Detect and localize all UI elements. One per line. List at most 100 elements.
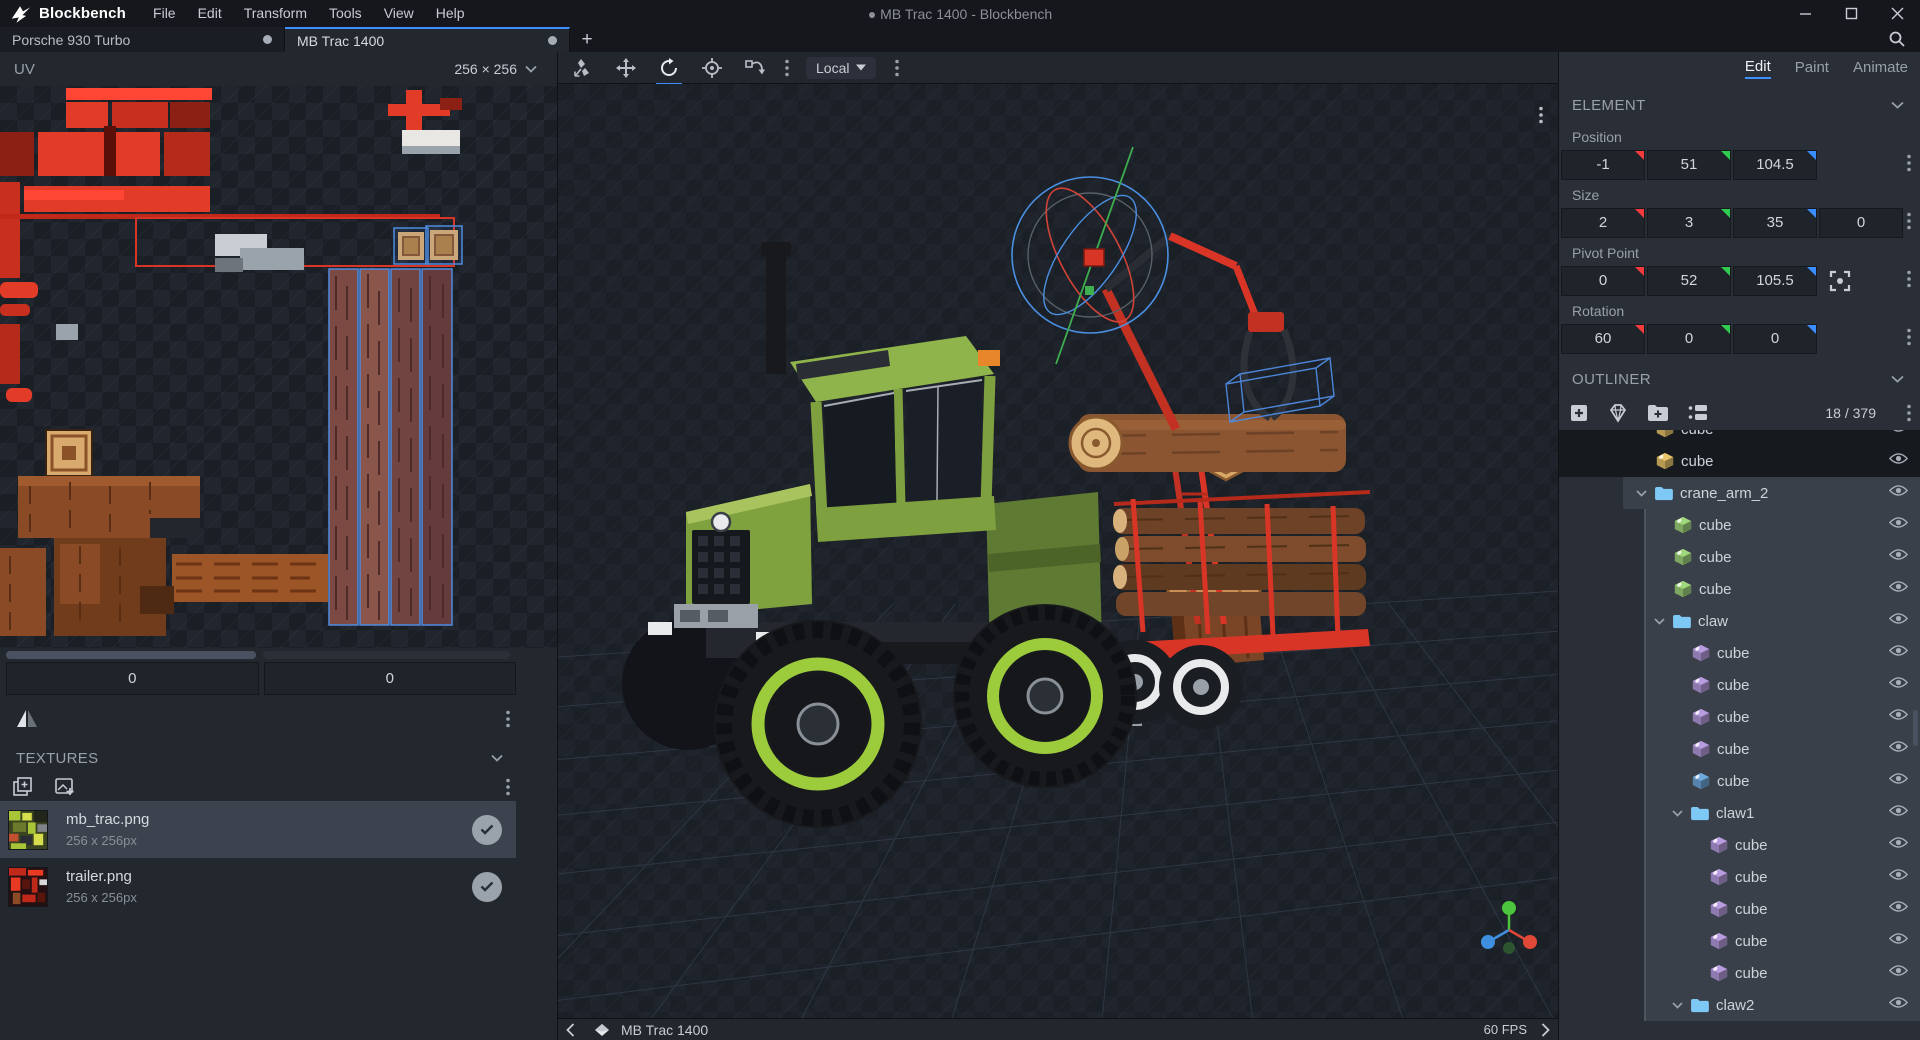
menu-file[interactable]: File: [142, 0, 187, 27]
mode-tab-paint[interactable]: Paint: [1795, 59, 1829, 78]
close-button[interactable]: [1874, 0, 1920, 27]
visibility-eye-icon[interactable]: [1889, 836, 1908, 849]
uv-offset-x-input[interactable]: 0: [6, 662, 259, 695]
position-kebab-icon[interactable]: [1904, 154, 1914, 172]
add-group-folder-icon[interactable]: [1647, 404, 1669, 422]
visibility-eye-icon[interactable]: [1889, 772, 1908, 785]
outliner-view-toggle-icon[interactable]: [1687, 403, 1709, 423]
menu-tools[interactable]: Tools: [318, 0, 373, 27]
outliner-row-claw[interactable]: claw: [1559, 605, 1920, 637]
visibility-eye-icon[interactable]: [1889, 484, 1908, 497]
chevron-down-icon[interactable]: [491, 754, 503, 762]
create-texture-icon[interactable]: [54, 776, 76, 798]
eye-icon[interactable]: [1889, 708, 1908, 721]
expand-chevron-icon[interactable]: [1654, 617, 1665, 625]
outliner-row-claw2[interactable]: claw2: [1559, 989, 1920, 1021]
texture-item-trailer[interactable]: trailer.png 256 x 256px: [0, 858, 516, 915]
outliner-row-cube[interactable]: cube: [1559, 637, 1920, 669]
outliner-row-cube[interactable]: cube: [1559, 573, 1920, 605]
rotation-y-input[interactable]: 0: [1647, 324, 1731, 354]
pivot-z-input[interactable]: 105.5: [1733, 266, 1817, 296]
eye-icon[interactable]: [1889, 676, 1908, 689]
eye-icon[interactable]: [1889, 452, 1908, 465]
menu-transform[interactable]: Transform: [233, 0, 318, 27]
visibility-eye-icon[interactable]: [1889, 708, 1908, 721]
eye-icon[interactable]: [1889, 804, 1908, 817]
uv-editor-canvas[interactable]: [0, 86, 557, 648]
outliner-row-cube[interactable]: cube: [1559, 957, 1920, 989]
eye-icon[interactable]: [1889, 580, 1908, 593]
position-z-input[interactable]: 104.5: [1733, 150, 1817, 180]
project-tab-mbtrac[interactable]: MB Trac 1400: [285, 27, 570, 52]
eye-icon[interactable]: [1889, 964, 1908, 977]
position-y-input[interactable]: 51: [1647, 150, 1731, 180]
eye-icon[interactable]: [1889, 868, 1908, 881]
import-texture-icon[interactable]: [12, 776, 34, 798]
outliner-row-cube[interactable]: cube: [1559, 861, 1920, 893]
move-tool-icon[interactable]: [615, 57, 637, 79]
visibility-eye-icon[interactable]: [1889, 516, 1908, 529]
uv-scrollbar-thumb[interactable]: [6, 651, 256, 659]
visibility-eye-icon[interactable]: [1889, 900, 1908, 913]
visibility-eye-icon[interactable]: [1889, 580, 1908, 593]
toolbar-kebab-icon[interactable]: [782, 59, 792, 77]
maximize-button[interactable]: [1828, 0, 1874, 27]
vertex-snap-tool-icon[interactable]: [744, 57, 766, 79]
eye-icon[interactable]: [1889, 996, 1908, 1009]
viewport-canvas[interactable]: [558, 84, 1558, 1018]
visibility-eye-icon[interactable]: [1889, 644, 1908, 657]
preview-menu-kebab-icon[interactable]: [1536, 106, 1546, 124]
size-x-input[interactable]: 2: [1561, 208, 1645, 238]
visibility-eye-icon[interactable]: [1889, 740, 1908, 753]
eye-icon[interactable]: [1889, 430, 1908, 433]
uv-menu-kebab-icon[interactable]: [503, 710, 513, 728]
size-z-input[interactable]: 35: [1733, 208, 1817, 238]
chevron-right-icon[interactable]: [1541, 1022, 1550, 1037]
eye-icon[interactable]: [1889, 612, 1908, 625]
pivot-kebab-icon[interactable]: [1904, 270, 1914, 288]
eye-icon[interactable]: [1889, 740, 1908, 753]
visibility-eye-icon[interactable]: [1889, 548, 1908, 561]
texture-item-mbtrac[interactable]: mb_trac.png 256 x 256px: [0, 801, 516, 858]
axis-gizmo[interactable]: [1481, 901, 1537, 954]
mirror-uv-icon[interactable]: [16, 708, 38, 730]
outliner-row-cube[interactable]: cube: [1559, 430, 1920, 445]
chevron-left-icon[interactable]: [566, 1022, 575, 1037]
outliner-row-cube[interactable]: cube: [1559, 765, 1920, 797]
toolbar-kebab-icon[interactable]: [892, 59, 902, 77]
pivot-x-input[interactable]: 0: [1561, 266, 1645, 296]
outliner-row-cube[interactable]: cube: [1559, 701, 1920, 733]
mode-tab-animate[interactable]: Animate: [1853, 59, 1908, 78]
menu-edit[interactable]: Edit: [187, 0, 233, 27]
visibility-eye-icon[interactable]: [1889, 430, 1908, 433]
outliner-row-cube[interactable]: cube: [1559, 925, 1920, 957]
visibility-eye-icon[interactable]: [1889, 676, 1908, 689]
size-y-input[interactable]: 3: [1647, 208, 1731, 238]
rotation-x-input[interactable]: 60: [1561, 324, 1645, 354]
size-inflate-input[interactable]: 0: [1819, 208, 1903, 238]
visibility-eye-icon[interactable]: [1889, 804, 1908, 817]
expand-chevron-icon[interactable]: [1672, 1001, 1683, 1009]
eye-icon[interactable]: [1889, 932, 1908, 945]
minimize-button[interactable]: [1782, 0, 1828, 27]
visibility-eye-icon[interactable]: [1889, 932, 1908, 945]
outliner-row-claw1[interactable]: claw1: [1559, 797, 1920, 829]
eye-icon[interactable]: [1889, 548, 1908, 561]
add-cube-icon[interactable]: [1569, 403, 1589, 423]
visibility-eye-icon[interactable]: [1889, 612, 1908, 625]
eye-icon[interactable]: [1889, 644, 1908, 657]
uv-offset-y-input[interactable]: 0: [263, 662, 516, 695]
outliner-row-cube[interactable]: cube: [1559, 445, 1920, 477]
visibility-eye-icon[interactable]: [1889, 452, 1908, 465]
expand-chevron-icon[interactable]: [1672, 809, 1683, 817]
transform-space-dropdown[interactable]: Local: [806, 56, 877, 79]
menu-view[interactable]: View: [373, 0, 425, 27]
expand-chevron-icon[interactable]: [1636, 489, 1647, 497]
pivot-tool-icon[interactable]: [701, 57, 723, 79]
mode-tab-edit[interactable]: Edit: [1744, 58, 1771, 79]
outliner-row-cube[interactable]: cube: [1559, 829, 1920, 861]
resize-tool-icon[interactable]: [572, 57, 594, 79]
textures-menu-kebab-icon[interactable]: [503, 778, 513, 796]
rotate-tool-icon[interactable]: [656, 57, 682, 85]
pivot-y-input[interactable]: 52: [1647, 266, 1731, 296]
